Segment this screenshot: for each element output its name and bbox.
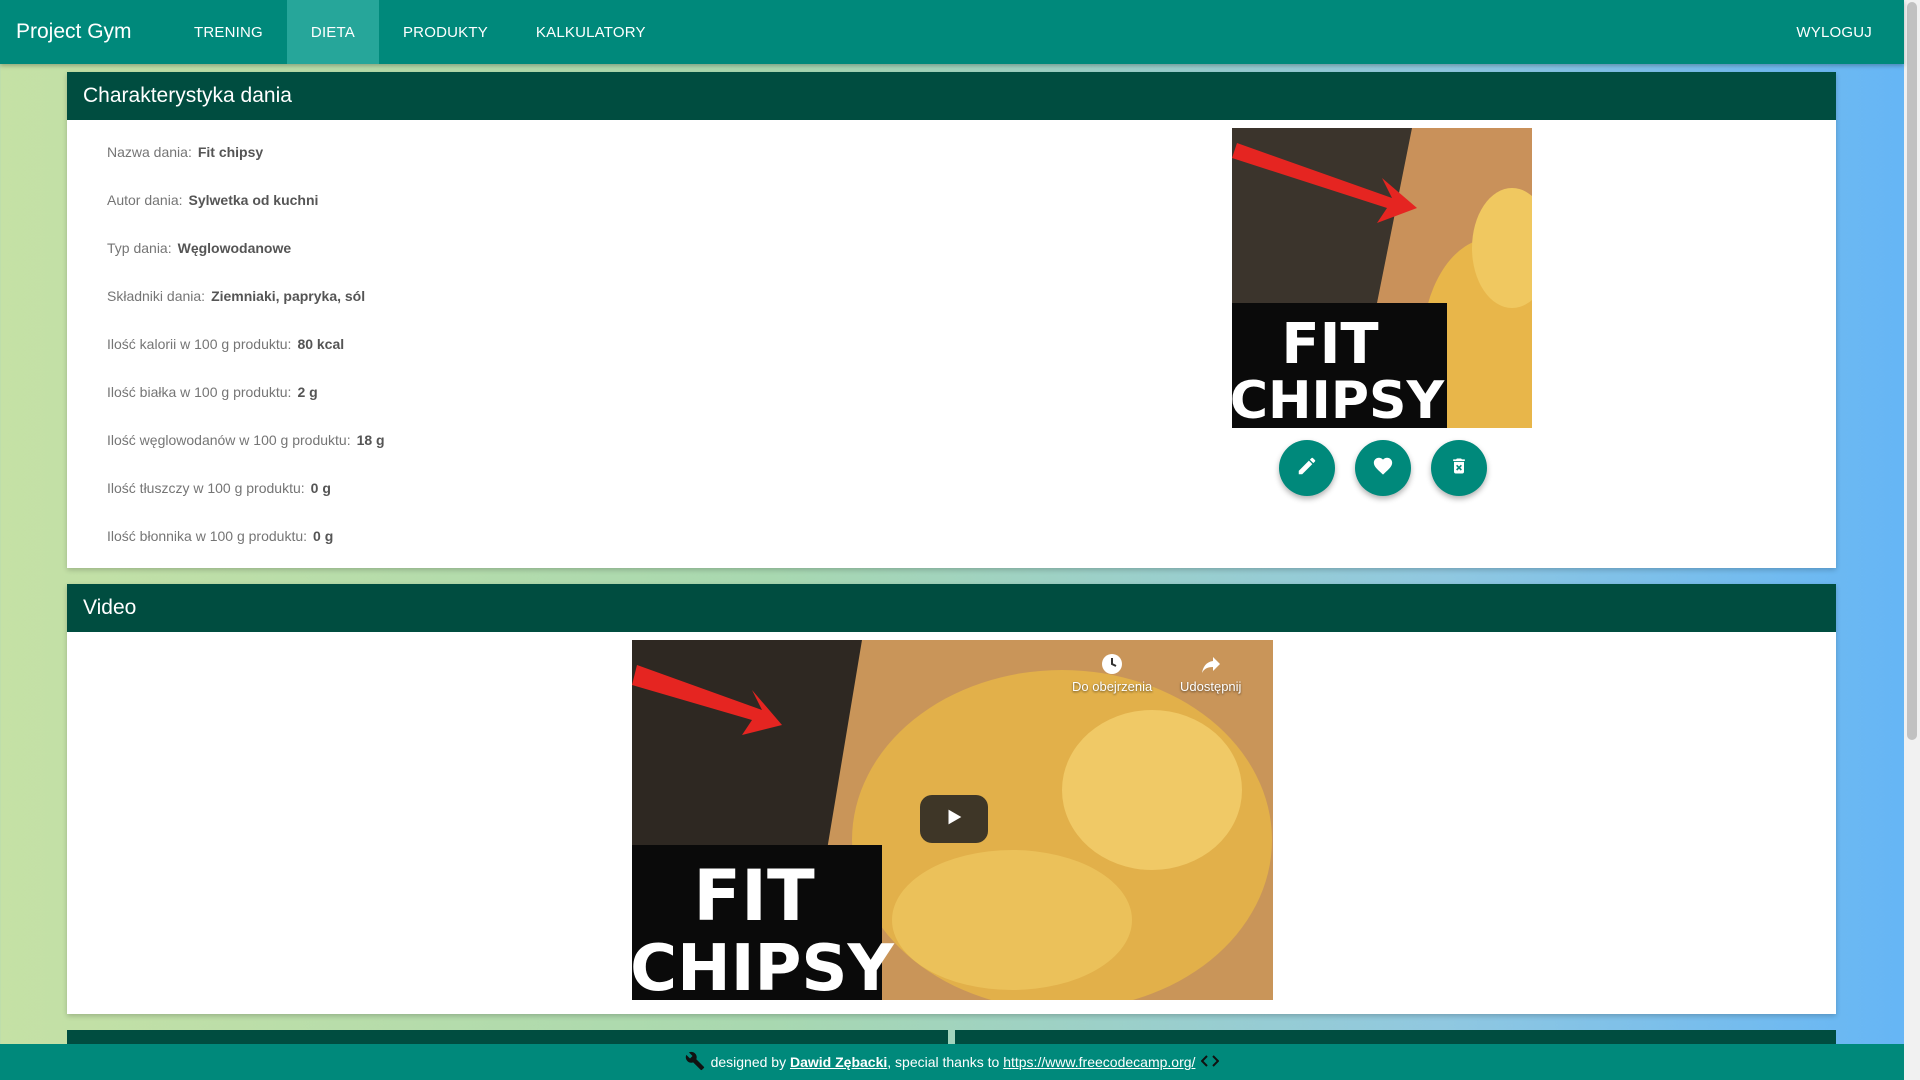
dish-image: FIT CHIPSY: [1232, 128, 1532, 428]
detail-name: Nazwa dania: Fit chipsy: [107, 144, 264, 160]
detail-author: Autor dania: Sylwetka od kuchni: [107, 192, 319, 208]
watch-later-button[interactable]: Do obejrzenia: [1072, 652, 1152, 694]
nav-trening[interactable]: TRENING: [170, 0, 287, 64]
detail-ingredients: Składniki dania: Ziemniaki, papryka, sól: [107, 288, 366, 304]
dish-characteristics-card: Charakterystyka dania Nazwa dania: Fit ch…: [67, 72, 1836, 568]
code-icon[interactable]: [1200, 1054, 1220, 1071]
detail-fat: Ilość tłuszczy w 100 g produktu: 0 g: [107, 480, 331, 496]
logout-link[interactable]: WYLOGUJ: [1772, 0, 1904, 64]
card-title: Charakterystyka dania: [67, 72, 1836, 120]
share-icon: [1180, 652, 1241, 679]
dish-action-buttons: [1279, 440, 1487, 496]
edit-icon: [1296, 455, 1318, 482]
clock-icon: [1072, 652, 1152, 679]
page-scrollbar[interactable]: [1904, 0, 1920, 1080]
author-link[interactable]: Dawid Zębacki: [790, 1054, 887, 1070]
footer-middle: , special thanks to: [887, 1054, 1000, 1070]
scrollbar-thumb[interactable]: [1907, 2, 1917, 740]
detail-fiber: Ilość błonnika w 100 g produktu: 0 g: [107, 528, 334, 544]
nav-kalkulatory[interactable]: KALKULATORY: [512, 0, 670, 64]
detail-carbs: Ilość węglowodanów w 100 g produktu: 18 g: [107, 432, 385, 448]
image-text-fit: FIT: [1281, 312, 1378, 377]
brand-logo[interactable]: Project Gym: [0, 20, 170, 44]
heart-icon: [1372, 455, 1394, 482]
freecodecamp-link[interactable]: https://www.freecodecamp.org/: [1003, 1054, 1195, 1070]
delete-button[interactable]: [1431, 440, 1487, 496]
detail-protein: Ilość białka w 100 g produktu: 2 g: [107, 384, 318, 400]
play-icon: [943, 806, 965, 833]
favorite-button[interactable]: [1355, 440, 1411, 496]
dish-details-list: Nazwa dania: Fit chipsy Autor dania: Sylwe…: [107, 144, 385, 576]
footer: designed by Dawid Zębacki , special than…: [0, 1044, 1904, 1080]
footer-prefix: designed by: [710, 1054, 787, 1070]
detail-calories: Ilość kalorii w 100 g produktu: 80 kcal: [107, 336, 345, 352]
video-card: Video FIT CHIPSY Do obejrzenia Udostępni…: [67, 584, 1836, 1014]
detail-type: Typ dania: Węglowodanowe: [107, 240, 292, 256]
nav-produkty[interactable]: PRODUKTY: [379, 0, 512, 64]
video-card-title: Video: [67, 584, 1836, 632]
play-button[interactable]: [920, 795, 988, 843]
image-text-chipsy: CHIPSY: [1232, 371, 1445, 428]
top-navbar: Project Gym TRENING DIETA PRODUKTY KALKU…: [0, 0, 1904, 64]
video-text-chipsy: CHIPSY: [632, 932, 895, 1000]
video-player[interactable]: FIT CHIPSY Do obejrzenia Udostępnij: [632, 640, 1273, 1000]
share-button[interactable]: Udostępnij: [1180, 652, 1241, 694]
nav-dieta[interactable]: DIETA: [286, 0, 379, 64]
edit-button[interactable]: [1279, 440, 1335, 496]
wrench-icon: [685, 1051, 705, 1074]
delete-icon: [1449, 456, 1469, 481]
video-text-fit: FIT: [693, 855, 815, 937]
